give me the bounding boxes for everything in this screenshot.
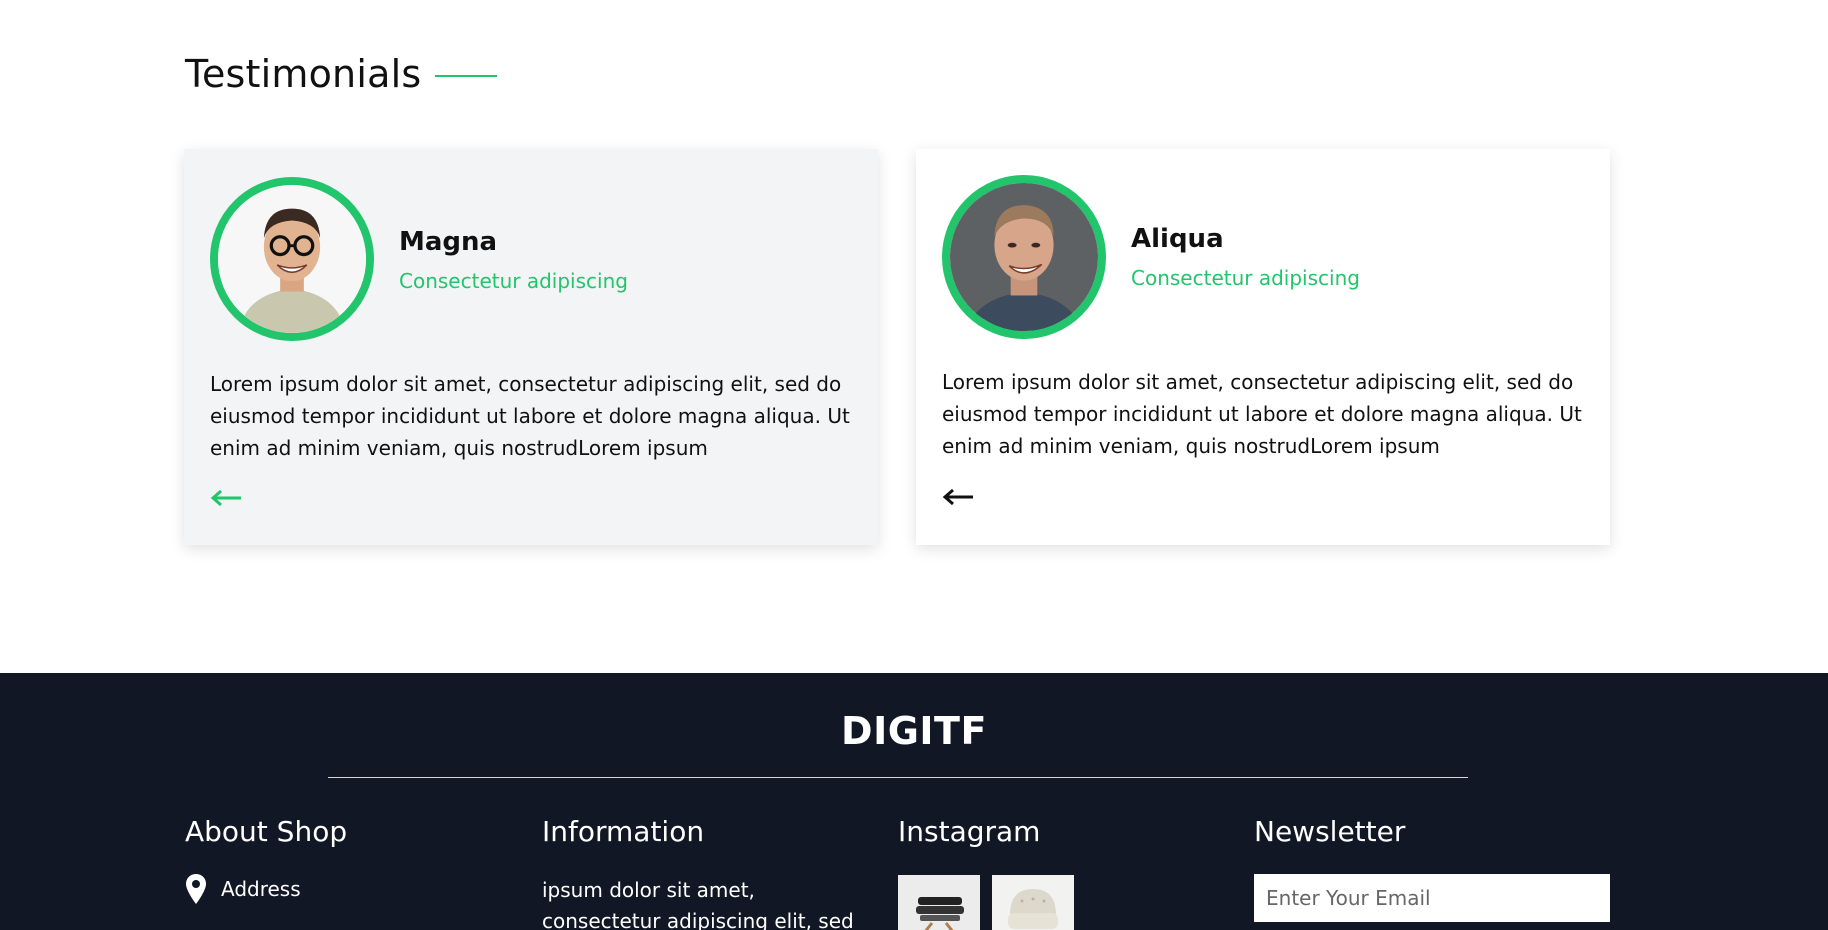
instagram-title: Instagram: [898, 815, 1041, 848]
prev-arrow-icon[interactable]: [942, 487, 974, 507]
testimonial-card: Magna Consectetur adipiscing Lorem ipsum…: [184, 149, 878, 545]
person-info: Magna Consectetur adipiscing: [399, 227, 628, 293]
testimonials-heading: Testimonials: [185, 52, 498, 96]
footer: DIGITF About Shop Address Information ip…: [0, 673, 1828, 930]
person-name: Magna: [399, 227, 498, 257]
location-pin-icon: [186, 874, 206, 904]
testimonial-card: Aliqua Consectetur adipiscing Lorem ipsu…: [916, 149, 1610, 545]
footer-brand[interactable]: DIGITF: [0, 709, 1828, 753]
about-shop-title: About Shop: [185, 815, 348, 848]
prev-arrow-icon[interactable]: [210, 488, 242, 508]
avatar: [942, 175, 1106, 339]
avatar-image: [218, 185, 366, 333]
instagram-image: [992, 875, 1074, 930]
avatar: [210, 177, 374, 341]
information-title: Information: [542, 815, 705, 848]
instagram-thumbnail[interactable]: [992, 875, 1074, 930]
testimonial-text: Lorem ipsum dolor sit amet, consectetur …: [942, 370, 1582, 458]
person-role: Consectetur adipiscing: [1131, 266, 1360, 290]
testimonial-text: Lorem ipsum dolor sit amet, consectetur …: [210, 372, 850, 460]
newsletter-title: Newsletter: [1254, 815, 1406, 848]
person-role: Consectetur adipiscing: [399, 269, 628, 293]
instagram-image: [898, 875, 980, 930]
footer-divider: [328, 777, 1468, 778]
information-text: ipsum dolor sit amet, consectetur adipis…: [542, 878, 854, 930]
instagram-thumbnail[interactable]: [898, 875, 980, 930]
newsletter-email-input[interactable]: [1254, 874, 1610, 922]
address-label: Address: [221, 877, 301, 901]
person-name: Aliqua: [1131, 224, 1224, 254]
address-item: Address: [185, 873, 301, 905]
section-title: Testimonials: [185, 52, 422, 96]
person-info: Aliqua Consectetur adipiscing: [1131, 224, 1360, 290]
avatar-image: [950, 183, 1098, 331]
title-accent-line: [435, 75, 498, 77]
